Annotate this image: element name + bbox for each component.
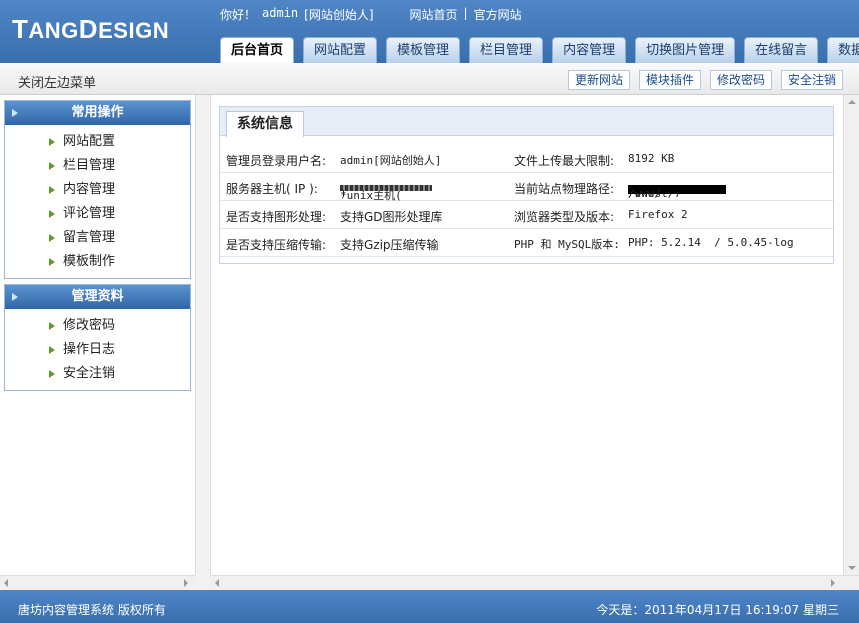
sidebar-item-change-password[interactable]: 修改密码 <box>5 314 190 338</box>
close-left-menu-link[interactable]: 关闭左边菜单 <box>18 72 96 91</box>
system-info-panel: 系统信息 管理员登录用户名: admin[网站创始人] 文件上传最大限制: 81… <box>219 106 834 264</box>
browser-label: 浏览器类型及版本: <box>514 210 615 224</box>
common-operations-box: 常用操作 网站配置 栏目管理 内容管理 评论管理 留言管理 模板制作 <box>4 100 191 279</box>
sidebar-item-column-management[interactable]: 栏目管理 <box>5 154 190 178</box>
change-password-button[interactable]: 修改密码 <box>709 70 772 90</box>
scroll-right-icon[interactable] <box>184 579 188 587</box>
user-role: [网站创始人] <box>304 8 374 22</box>
tab-guestbook[interactable]: 在线留言 <box>744 37 819 63</box>
sidebar-item-guestbook-management[interactable]: 留言管理 <box>5 226 190 250</box>
main-content: 系统信息 管理员登录用户名: admin[网站创始人] 文件上传最大限制: 81… <box>210 95 843 575</box>
username: admin <box>262 6 299 20</box>
sidebar-item-label: 评论管理 <box>63 206 116 221</box>
sidebar-item-label: 留言管理 <box>63 230 116 245</box>
arrow-right-icon <box>49 234 55 242</box>
copyright-text: 唐坊内容管理系统 版权所有 <box>18 603 166 617</box>
scroll-left-icon[interactable] <box>215 579 219 587</box>
admin-data-header[interactable]: 管理资料 <box>5 285 190 309</box>
info-row: 是否支持压缩传输: 支持Gzip压缩传输 PHP 和 MySQL版本: PHP:… <box>220 229 833 257</box>
gzip-support-label: 是否支持压缩传输: <box>226 238 327 252</box>
php-mysql-value: PHP: 5.2.14 / 5.0.45-log <box>628 236 794 249</box>
greeting-text: 你好！ <box>220 8 257 22</box>
site-path-label: 当前站点物理路径: <box>514 182 615 196</box>
arrow-right-icon <box>49 346 55 354</box>
upload-limit-value: 8192 KB <box>628 152 675 165</box>
tab-site-config[interactable]: 网站配置 <box>303 37 378 63</box>
sidebar-item-template-making[interactable]: 模板制作 <box>5 250 190 274</box>
common-operations-header[interactable]: 常用操作 <box>5 101 190 125</box>
sidebar-item-label: 操作日志 <box>63 342 116 357</box>
browser-value: Firefox 2 <box>628 208 688 221</box>
server-host-label: 服务器主机( IP ): <box>226 182 318 196</box>
official-site-link[interactable]: 官方网站 <box>474 6 522 23</box>
sidebar-item-label: 安全注销 <box>63 366 116 381</box>
sidebar-item-content-management[interactable]: 内容管理 <box>5 178 190 202</box>
arrow-right-icon <box>49 138 55 146</box>
collapse-triangle-icon <box>12 293 18 301</box>
section-title: 管理资料 <box>71 289 124 304</box>
update-site-button[interactable]: 更新网站 <box>567 70 630 90</box>
tab-content-management[interactable]: 内容管理 <box>552 37 627 63</box>
graphics-support-value: 支持GD图形处理库 <box>340 210 443 224</box>
scroll-down-icon[interactable] <box>848 566 856 570</box>
sidebar-horizontal-scrollbar[interactable] <box>0 575 196 590</box>
admin-data-box: 管理资料 修改密码 操作日志 安全注销 <box>4 284 191 391</box>
scribbled-ip <box>340 185 432 191</box>
scroll-left-icon[interactable] <box>4 579 8 587</box>
sidebar-item-label: 内容管理 <box>63 182 116 197</box>
info-row: 服务器主机( IP ): *unix主机() 当前站点物理路径: /vhost/… <box>220 173 833 202</box>
sidebar-item-comment-management[interactable]: 评论管理 <box>5 202 190 226</box>
logout-button[interactable]: 安全注销 <box>780 70 843 90</box>
arrow-right-icon <box>49 322 55 330</box>
arrow-right-icon <box>49 370 55 378</box>
arrow-right-icon <box>49 258 55 266</box>
sidebar-item-site-config[interactable]: 网站配置 <box>5 130 190 154</box>
tab-template-management[interactable]: 模板管理 <box>386 37 461 63</box>
sidebar-item-label: 网站配置 <box>63 134 116 149</box>
arrow-right-icon <box>49 162 55 170</box>
info-row: 管理员登录用户名: admin[网站创始人] 文件上传最大限制: 8192 KB <box>220 145 833 173</box>
collapse-triangle-icon <box>12 109 18 117</box>
sidebar-item-logout[interactable]: 安全注销 <box>5 362 190 386</box>
header: TANGDESIGN 你好！ admin [网站创始人] 网站首页 | 官方网站… <box>0 0 859 63</box>
link-separator: | <box>463 6 468 20</box>
admin-username-label: 管理员登录用户名: <box>226 154 327 168</box>
main-vertical-scrollbar[interactable] <box>843 95 859 575</box>
info-row: 是否支持图形处理: 支持GD图形处理库 浏览器类型及版本: Firefox 2 <box>220 201 833 229</box>
toolbar: 关闭左边菜单 更新网站 模块插件 修改密码 安全注销 <box>0 63 859 95</box>
logo[interactable]: TANGDESIGN <box>12 14 169 45</box>
section-title: 常用操作 <box>71 105 124 120</box>
main-horizontal-scrollbar[interactable] <box>210 575 859 590</box>
scroll-up-icon[interactable] <box>848 100 856 104</box>
tab-column-management[interactable]: 栏目管理 <box>469 37 544 63</box>
sidebar-item-operation-log[interactable]: 操作日志 <box>5 338 190 362</box>
upload-limit-label: 文件上传最大限制: <box>514 154 615 168</box>
welcome-bar: 你好！ admin [网站创始人] 网站首页 | 官方网站 <box>220 6 522 23</box>
scroll-right-icon[interactable] <box>831 579 835 587</box>
system-info-tab[interactable]: 系统信息 <box>226 111 304 137</box>
arrow-right-icon <box>49 186 55 194</box>
arrow-right-icon <box>49 210 55 218</box>
php-mysql-label: PHP 和 MySQL版本: <box>514 238 620 251</box>
current-date: 今天是：2011年04月17日 16:19:07 星期三 <box>596 603 839 617</box>
admin-username-value: admin[网站创始人] <box>340 154 442 167</box>
plugins-button[interactable]: 模块插件 <box>638 70 701 90</box>
toolbar-buttons: 更新网站 模块插件 修改密码 安全注销 <box>567 70 843 90</box>
tab-dashboard[interactable]: 后台首页 <box>220 37 295 63</box>
sidebar-item-label: 模板制作 <box>63 254 116 269</box>
sidebar: 常用操作 网站配置 栏目管理 内容管理 评论管理 留言管理 模板制作 管理资料 … <box>0 95 196 590</box>
tab-slider-images[interactable]: 切换图片管理 <box>635 37 736 63</box>
footer: 唐坊内容管理系统 版权所有 今天是：2011年04月17日 16:19:07 星… <box>0 590 859 623</box>
site-home-link[interactable]: 网站首页 <box>410 6 458 23</box>
graphics-support-label: 是否支持图形处理: <box>226 210 327 224</box>
sidebar-item-label: 修改密码 <box>63 318 116 333</box>
panel-header: 系统信息 <box>220 107 833 137</box>
tab-data-backup[interactable]: 数据备份 <box>827 37 859 63</box>
gzip-support-value: 支持Gzip压缩传输 <box>340 238 439 252</box>
main-tabs: 后台首页 网站配置 模板管理 栏目管理 内容管理 切换图片管理 在线留言 数据备… <box>220 37 859 63</box>
sidebar-item-label: 栏目管理 <box>63 158 116 173</box>
